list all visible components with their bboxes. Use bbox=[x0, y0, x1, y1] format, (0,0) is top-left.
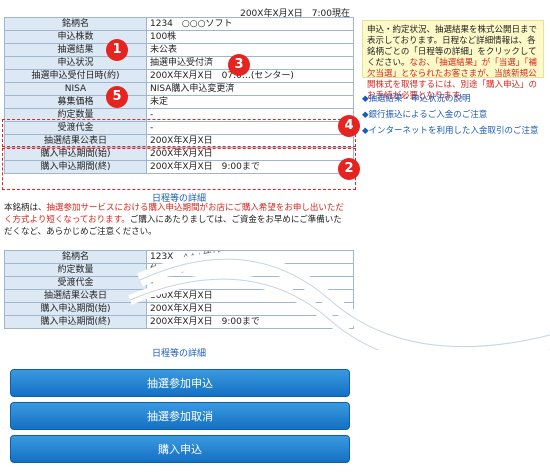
callout-5: 5 bbox=[106, 86, 128, 108]
callout-1: 1 bbox=[106, 39, 128, 61]
row-label: 申込株数 bbox=[4, 30, 147, 44]
row-value: 未公表 bbox=[146, 43, 354, 57]
link-internet-deposit-notice[interactable]: ◆インターネットを利用した入金取引のご注意 bbox=[362, 124, 539, 136]
highlight-box-2 bbox=[2, 148, 356, 190]
table-row: 申込株数 100株 bbox=[4, 30, 354, 44]
row-value: 1234 ○○○ソフト bbox=[146, 17, 354, 31]
callout-4: 4 bbox=[338, 115, 360, 137]
table-row: 抽選結果 未公表 bbox=[4, 43, 354, 57]
highlight-box-4 bbox=[2, 119, 356, 147]
table-row: 銘柄名 1234 ○○○ソフト bbox=[4, 17, 354, 31]
callout-3: 3 bbox=[228, 54, 250, 76]
lottery-cancel-button[interactable]: 抽選参加取消 bbox=[10, 402, 350, 430]
notice-text: 本銘柄は、抽選参加サービスにおける購入申込期間がお店にご購入希望をお申し出いただ… bbox=[4, 202, 348, 238]
row-label: 銘柄名 bbox=[4, 17, 147, 31]
row-label: 抽選申込受付日時(約) bbox=[4, 69, 147, 83]
row-label: 申込状況 bbox=[4, 56, 147, 70]
callout-2: 2 bbox=[338, 158, 360, 180]
cut-wave-decoration bbox=[128, 252, 550, 350]
notice-prefix: 本銘柄は、 bbox=[4, 203, 47, 213]
lottery-apply-button[interactable]: 抽選参加申込 bbox=[10, 369, 350, 397]
table-row: 抽選申込受付日時(約) 200X年X月X日 07:0…(センター) bbox=[4, 69, 354, 83]
row-value: NISA購入申込変更済 bbox=[146, 82, 354, 96]
link-bank-transfer-notice[interactable]: ◆銀行振込によるご入金のご注意 bbox=[362, 108, 487, 120]
row-value: 未定 bbox=[146, 95, 354, 109]
link-lottery-explanation[interactable]: ◆抽選結果・申込状況の説明 bbox=[362, 92, 471, 104]
row-value: 200X年X月X日 07:0…(センター) bbox=[146, 69, 354, 83]
purchase-apply-button[interactable]: 購入申込 bbox=[10, 435, 350, 463]
row-value: 抽選申込受付済 bbox=[146, 56, 354, 70]
table-row: 募集価格 未定 bbox=[4, 95, 354, 109]
table-row: NISA NISA購入申込変更済 bbox=[4, 82, 354, 96]
row-value: 100株 bbox=[146, 30, 354, 44]
table-row: 申込状況 抽選申込受付済 bbox=[4, 56, 354, 70]
info-notice-box: 申込・約定状況、抽選結果を株式公開日まで表示しております。日程など詳細情報は、各… bbox=[362, 20, 544, 101]
